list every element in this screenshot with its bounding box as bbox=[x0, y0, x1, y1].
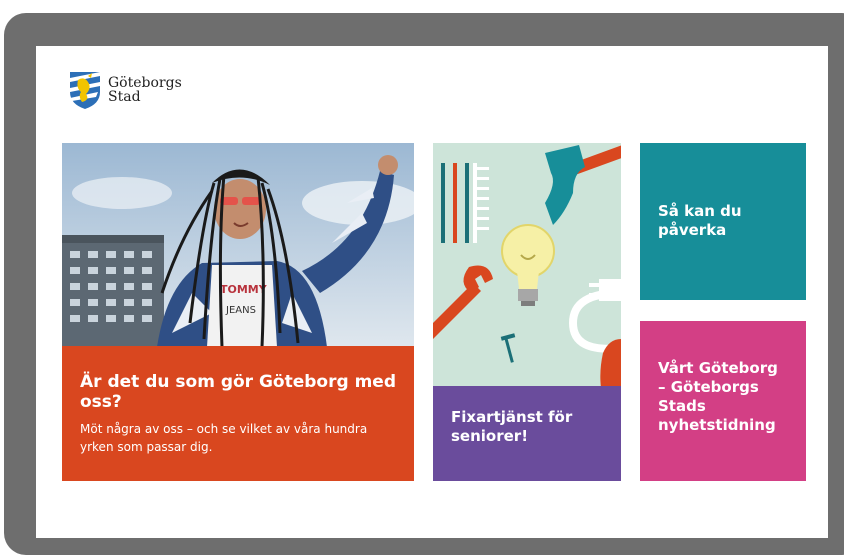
svg-text:TOMMY: TOMMY bbox=[220, 283, 268, 296]
hammer-icon bbox=[545, 143, 621, 225]
lightbulb-icon bbox=[501, 224, 555, 306]
paverka-title[interactable]: Så kan du påverka bbox=[658, 202, 788, 240]
fixartjanst-card[interactable]: Fixartjänst för seniorer! bbox=[433, 143, 621, 481]
logo-line-2: Stad bbox=[108, 89, 141, 105]
nail-icon bbox=[500, 333, 516, 363]
site-logo[interactable]: Göteborgs Stad bbox=[68, 70, 182, 110]
comb-icon bbox=[441, 163, 489, 243]
nyhetstidning-card[interactable]: Vårt Göteborg – Göteborgs Stads nyhetsti… bbox=[640, 321, 806, 481]
paverka-card[interactable]: Så kan du påverka bbox=[640, 143, 806, 300]
hero-photo: TOMMY JEANS bbox=[62, 143, 414, 347]
hero-card[interactable]: TOMMY JEANS Är det du som gör Göteborg m… bbox=[62, 143, 414, 481]
hero-text: Möt några av oss – och se vilket av våra… bbox=[80, 422, 368, 454]
hero-title[interactable]: Är det du som gör Göteborg med oss? bbox=[80, 372, 396, 412]
goteborg-crest-icon bbox=[70, 72, 100, 109]
nyhetstidning-title[interactable]: Vårt Göteborg – Göteborgs Stads nyhetsti… bbox=[658, 359, 788, 435]
tools-illustration bbox=[433, 143, 621, 388]
power-cable-icon bbox=[568, 279, 621, 353]
wrench-icon bbox=[433, 265, 493, 339]
screen: Göteborgs Stad TOMMY JEANS Är det du som… bbox=[36, 46, 828, 538]
logo-text: Göteborgs Stad bbox=[108, 76, 182, 104]
fixartjanst-title[interactable]: Fixartjänst för seniorer! bbox=[451, 408, 603, 446]
fixartjanst-caption: Fixartjänst för seniorer! bbox=[433, 386, 621, 481]
svg-text:JEANS: JEANS bbox=[225, 305, 256, 316]
hero-caption: Är det du som gör Göteborg med oss? Möt … bbox=[62, 346, 414, 481]
logo-line-1: Göteborgs bbox=[108, 75, 182, 91]
